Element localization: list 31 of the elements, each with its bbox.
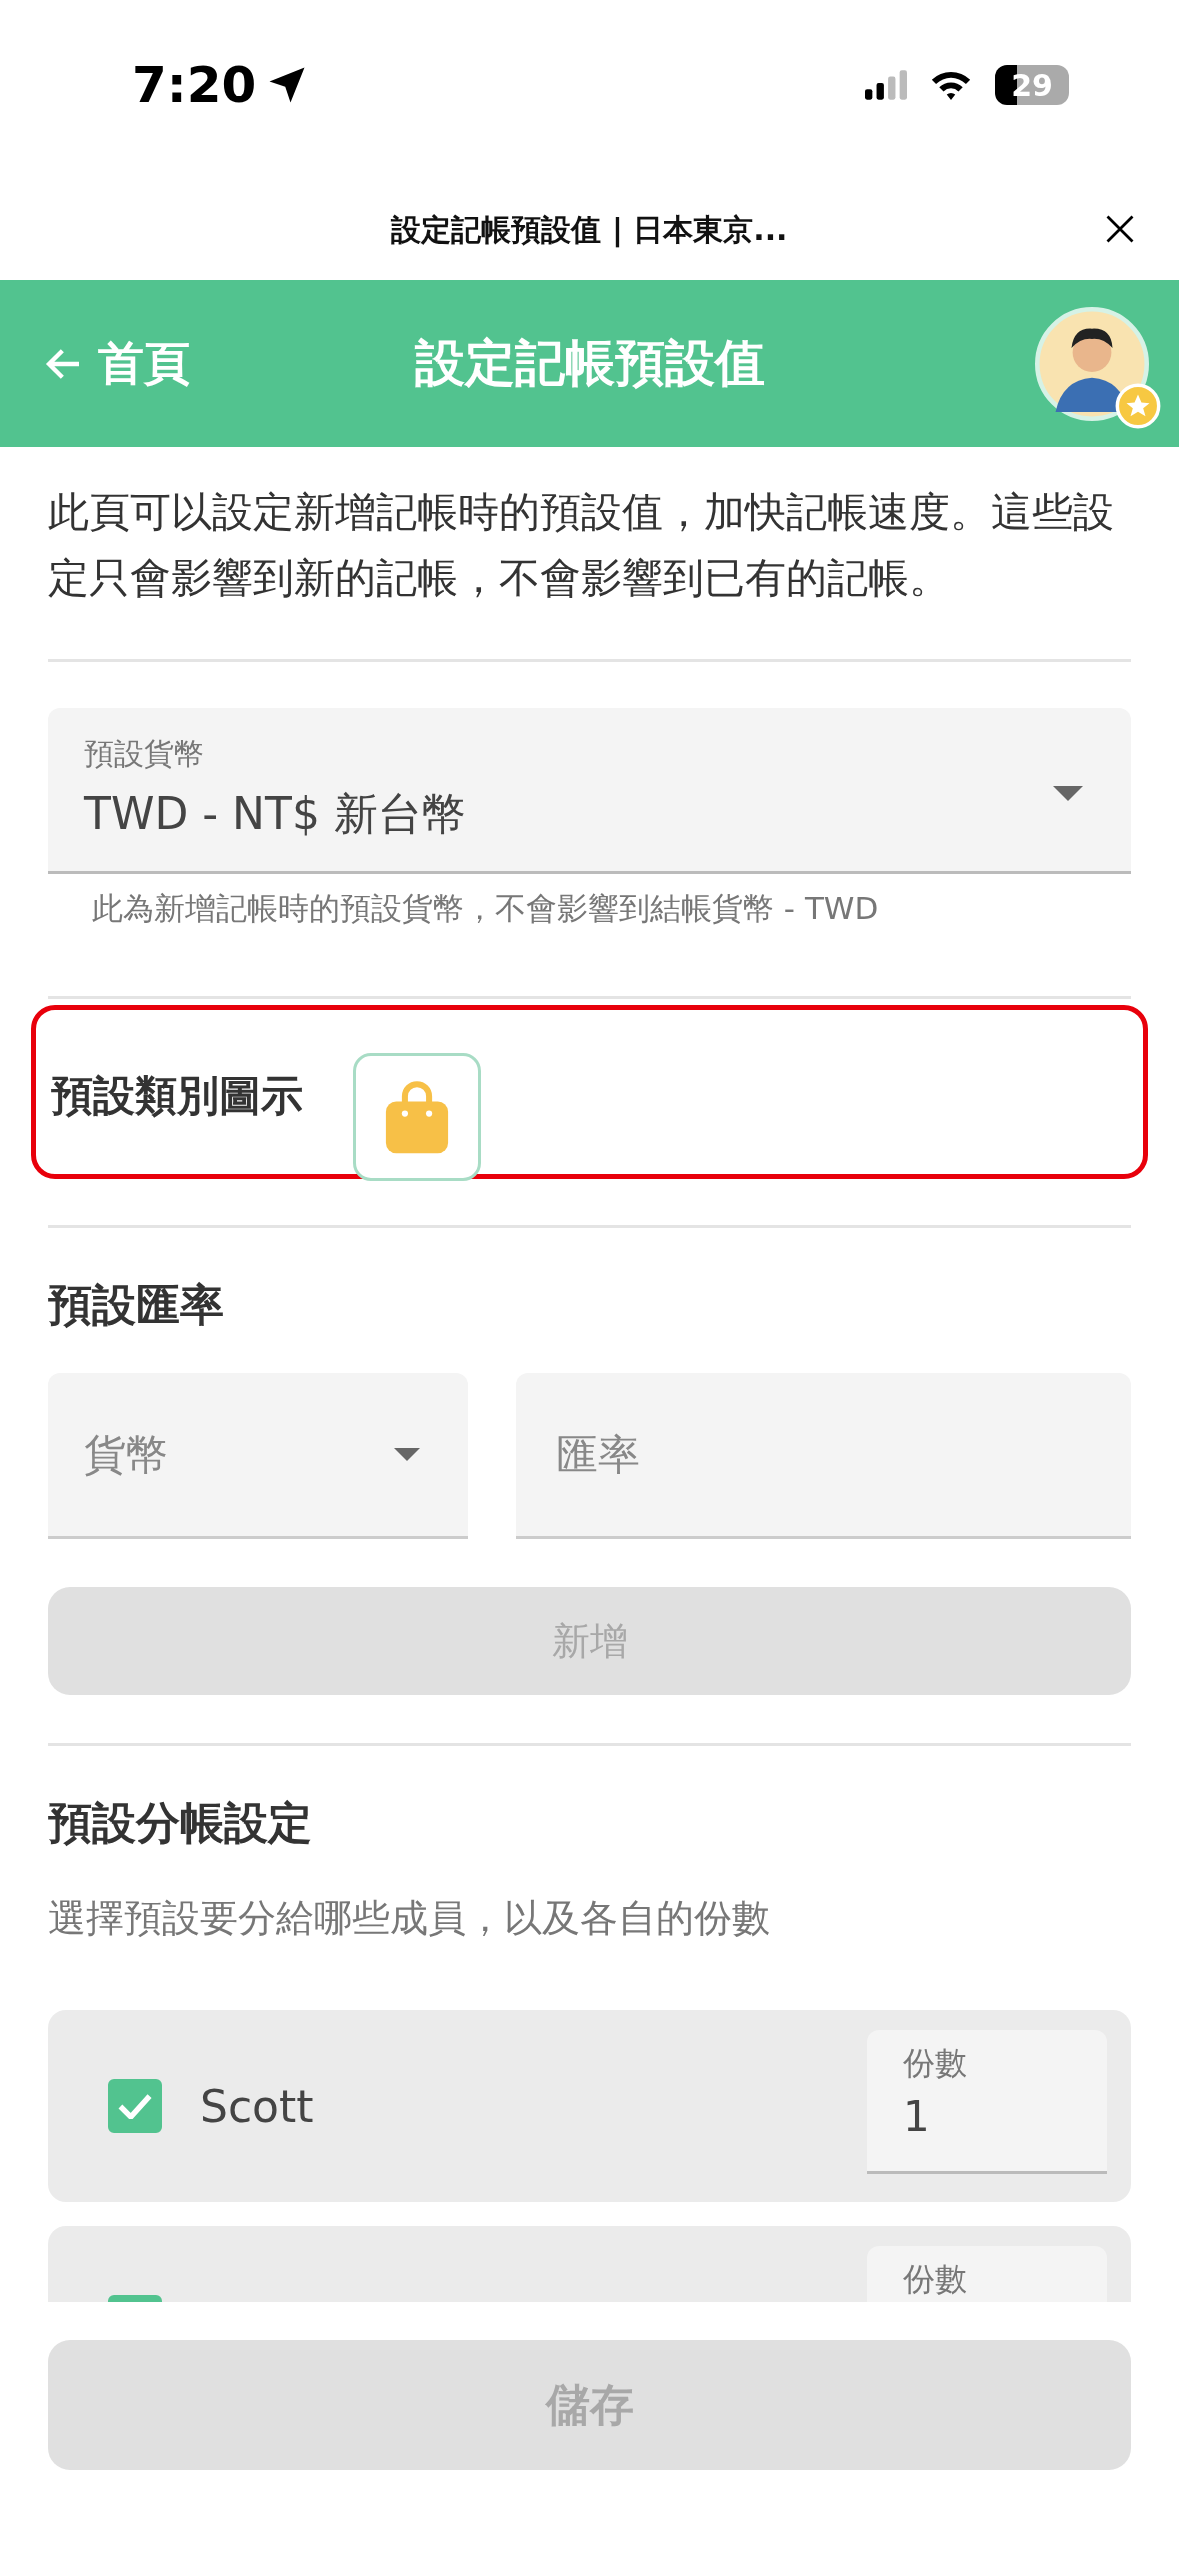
icon-label: 預設類別圖示: [51, 1070, 303, 1122]
member-name: Scott: [200, 2080, 314, 2132]
icon-picker-button[interactable]: [353, 1053, 481, 1181]
currency-field[interactable]: 貨幣: [48, 1373, 468, 1539]
star-badge-icon: [1115, 382, 1161, 429]
check-icon: [118, 2093, 152, 2119]
field-label: 預設貨幣: [84, 735, 204, 773]
wifi-icon: [929, 69, 973, 101]
back-link[interactable]: 首頁: [44, 332, 190, 395]
helper-text: 此為新增記帳時的預設貨幣，不會影響到結帳貨幣 - TWD: [92, 889, 880, 928]
dropdown-caret-icon: [1053, 786, 1083, 801]
field-label: 份數: [903, 2043, 968, 2084]
header-title: 設定記帳預設值: [414, 333, 765, 394]
placeholder-text: 貨幣: [84, 1428, 168, 1481]
section-subtitle: 選擇預設要分給哪些成員，以及各自的份數: [48, 1895, 771, 1942]
rate-field[interactable]: 匯率: [516, 1373, 1131, 1539]
status-time: 7:20: [132, 56, 257, 114]
page-title: 設定記帳預設值 | 日本東京...: [391, 210, 788, 250]
dropdown-caret-icon: [394, 1448, 420, 1461]
intro-text: 此頁可以設定新增記帳時的預設值，加快記帳速度。這些設定只會影響到新的記帳，不會影響到已有的記帳。: [48, 487, 1115, 604]
field-label: 份數: [903, 2259, 968, 2300]
section-heading: 預設分帳設定: [48, 1796, 313, 1850]
signal-icon: [865, 70, 907, 100]
close-icon[interactable]: [1105, 214, 1135, 244]
checkbox[interactable]: [108, 2079, 162, 2133]
field-value: 1: [903, 2092, 931, 2141]
shares-field[interactable]: 份數: [867, 2246, 1107, 2302]
section-heading: 預設匯率: [48, 1278, 225, 1332]
shares-field[interactable]: 份數 1: [867, 2030, 1107, 2174]
field-value: TWD - NT$ 新台幣: [84, 787, 466, 841]
currency-select[interactable]: 預設貨幣 TWD - NT$ 新台幣: [48, 708, 1131, 874]
